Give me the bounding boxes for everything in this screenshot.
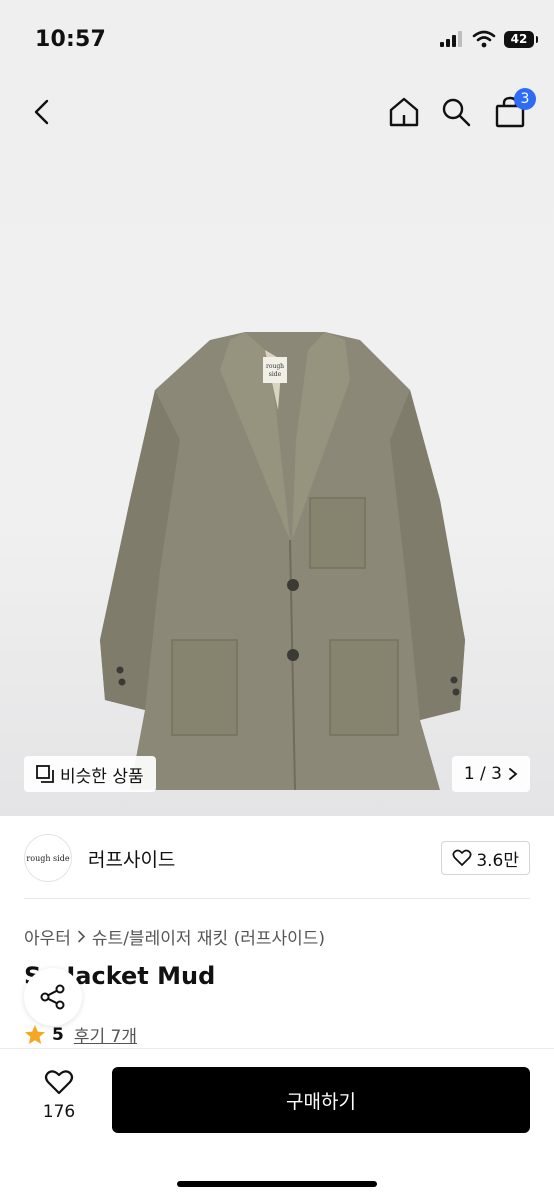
status-bar: 10:57 42: [0, 0, 554, 80]
bottom-action-bar: 176 구매하기: [0, 1048, 554, 1200]
heart-outline-icon: [44, 1070, 74, 1095]
wishlist-count: 176: [42, 1102, 76, 1122]
star-icon: [25, 1025, 45, 1044]
cart-count-badge: 3: [514, 88, 536, 110]
similar-products-button[interactable]: 비슷한 상품: [24, 756, 156, 792]
product-image-gallery[interactable]: rough side: [0, 80, 554, 816]
signal-icon: [440, 31, 462, 47]
chevron-left-icon: [34, 99, 49, 125]
store-logo[interactable]: rough side: [24, 834, 72, 882]
rating-score: 5: [52, 1024, 64, 1045]
status-time: 10:57: [35, 27, 107, 52]
image-pager[interactable]: 1 / 3: [451, 756, 530, 792]
chevron-right-icon: [78, 930, 86, 943]
buy-button[interactable]: 구매하기: [112, 1067, 530, 1133]
search-button[interactable]: [438, 94, 474, 130]
store-name[interactable]: 러프사이드: [88, 845, 175, 872]
similar-items-icon: [36, 765, 54, 783]
home-button[interactable]: [386, 94, 422, 130]
wifi-icon: [472, 30, 496, 48]
chevron-right-icon: [509, 768, 518, 780]
store-like-button[interactable]: 3.6만: [441, 841, 530, 875]
heart-outline-icon: [452, 849, 472, 866]
jacket-image: rough side: [100, 332, 465, 791]
svg-text:rough: rough: [266, 363, 284, 370]
reviews-link[interactable]: 후기 7개: [74, 1022, 137, 1047]
home-indicator: [177, 1181, 377, 1187]
back-button[interactable]: [24, 94, 60, 130]
battery-indicator: 42: [504, 30, 538, 48]
top-nav: 3: [0, 80, 554, 146]
similar-products-label: 비슷한 상품: [60, 766, 144, 787]
home-icon: [389, 97, 419, 127]
share-icon: [40, 984, 65, 1010]
wishlist-button[interactable]: 176: [30, 1069, 88, 1122]
divider: [24, 898, 530, 899]
breadcrumb: 아우터 슈트/블레이저 재킷 (러프사이드): [24, 924, 325, 949]
cart-button[interactable]: 3: [492, 88, 536, 130]
breadcrumb-subcategory[interactable]: 슈트/블레이저 재킷 (러프사이드): [92, 924, 325, 949]
pager-text: 1 / 3: [463, 764, 502, 784]
status-icons: 42: [440, 30, 538, 48]
store-row[interactable]: rough side 러프사이드 3.6만: [24, 830, 530, 886]
svg-text:side: side: [269, 371, 282, 378]
rating-row: 5 후기 7개: [24, 1022, 137, 1047]
breadcrumb-category[interactable]: 아우터: [24, 924, 71, 949]
search-icon: [442, 98, 471, 127]
store-like-count: 3.6만: [476, 850, 519, 871]
share-button[interactable]: [24, 968, 82, 1026]
